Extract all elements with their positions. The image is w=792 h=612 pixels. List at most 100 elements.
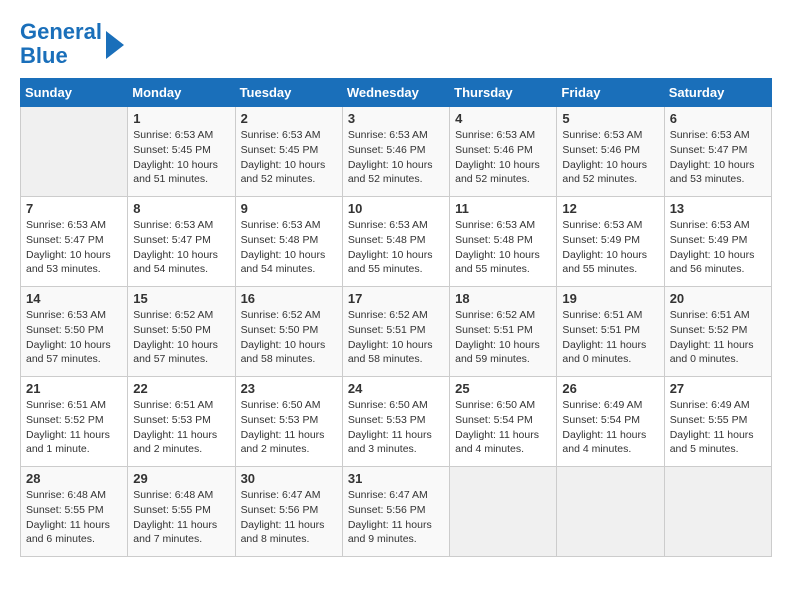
calendar-cell: 13 Sunrise: 6:53 AM Sunset: 5:49 PM Dayli…: [664, 197, 771, 287]
day-number: 26: [562, 381, 658, 396]
day-info: Sunrise: 6:53 AM Sunset: 5:47 PM Dayligh…: [26, 218, 122, 277]
calendar-cell: 27 Sunrise: 6:49 AM Sunset: 5:55 PM Dayli…: [664, 377, 771, 467]
day-info: Sunrise: 6:53 AM Sunset: 5:47 PM Dayligh…: [670, 128, 766, 187]
day-number: 22: [133, 381, 229, 396]
day-info: Sunrise: 6:53 AM Sunset: 5:49 PM Dayligh…: [670, 218, 766, 277]
day-number: 3: [348, 111, 444, 126]
calendar-cell: 29 Sunrise: 6:48 AM Sunset: 5:55 PM Dayli…: [128, 467, 235, 557]
calendar-cell: 16Sunrise: 6:52 AM Sunset: 5:50 PM Dayli…: [235, 287, 342, 377]
day-info: Sunrise: 6:53 AM Sunset: 5:47 PM Dayligh…: [133, 218, 229, 277]
column-header-sunday: Sunday: [21, 79, 128, 107]
day-number: 24: [348, 381, 444, 396]
day-number: 5: [562, 111, 658, 126]
day-info: Sunrise: 6:50 AM Sunset: 5:54 PM Dayligh…: [455, 398, 551, 457]
day-number: 18: [455, 291, 551, 306]
day-number: 12: [562, 201, 658, 216]
day-info: Sunrise: 6:53 AM Sunset: 5:45 PM Dayligh…: [241, 128, 337, 187]
day-info: Sunrise: 6:53 AM Sunset: 5:48 PM Dayligh…: [241, 218, 337, 277]
day-number: 11: [455, 201, 551, 216]
day-number: 30: [241, 471, 337, 486]
day-number: 25: [455, 381, 551, 396]
week-row-4: 21Sunrise: 6:51 AM Sunset: 5:52 PM Dayli…: [21, 377, 772, 467]
calendar-cell: 17 Sunrise: 6:52 AM Sunset: 5:51 PM Dayli…: [342, 287, 449, 377]
week-row-5: 28 Sunrise: 6:48 AM Sunset: 5:55 PM Dayli…: [21, 467, 772, 557]
day-info: Sunrise: 6:50 AM Sunset: 5:53 PM Dayligh…: [348, 398, 444, 457]
logo-text: General Blue: [20, 20, 102, 68]
calendar-cell: 26 Sunrise: 6:49 AM Sunset: 5:54 PM Dayli…: [557, 377, 664, 467]
day-info: Sunrise: 6:51 AM Sunset: 5:52 PM Dayligh…: [670, 308, 766, 367]
day-info: Sunrise: 6:52 AM Sunset: 5:50 PM Dayligh…: [133, 308, 229, 367]
calendar-cell: [557, 467, 664, 557]
day-number: 29: [133, 471, 229, 486]
day-info: Sunrise: 6:53 AM Sunset: 5:48 PM Dayligh…: [455, 218, 551, 277]
calendar-cell: 11 Sunrise: 6:53 AM Sunset: 5:48 PM Dayli…: [450, 197, 557, 287]
logo-arrow-icon: [106, 31, 124, 59]
calendar-cell: 15 Sunrise: 6:52 AM Sunset: 5:50 PM Dayli…: [128, 287, 235, 377]
day-number: 21: [26, 381, 122, 396]
calendar-cell: 9 Sunrise: 6:53 AM Sunset: 5:48 PM Daylig…: [235, 197, 342, 287]
day-info: Sunrise: 6:53 AM Sunset: 5:50 PM Dayligh…: [26, 308, 122, 367]
logo-blue: Blue: [20, 43, 68, 68]
calendar-cell: 8 Sunrise: 6:53 AM Sunset: 5:47 PM Daylig…: [128, 197, 235, 287]
day-info: Sunrise: 6:53 AM Sunset: 5:48 PM Dayligh…: [348, 218, 444, 277]
day-number: 4: [455, 111, 551, 126]
day-info: Sunrise: 6:47 AM Sunset: 5:56 PM Dayligh…: [348, 488, 444, 547]
day-info: Sunrise: 6:52 AM Sunset: 5:51 PM Dayligh…: [348, 308, 444, 367]
logo: General Blue: [20, 20, 124, 68]
calendar-cell: [21, 107, 128, 197]
day-info: Sunrise: 6:53 AM Sunset: 5:46 PM Dayligh…: [348, 128, 444, 187]
day-number: 15: [133, 291, 229, 306]
day-info: Sunrise: 6:53 AM Sunset: 5:49 PM Dayligh…: [562, 218, 658, 277]
day-number: 2: [241, 111, 337, 126]
day-number: 8: [133, 201, 229, 216]
calendar-cell: 19Sunrise: 6:51 AM Sunset: 5:51 PM Dayli…: [557, 287, 664, 377]
day-number: 7: [26, 201, 122, 216]
calendar-cell: 12 Sunrise: 6:53 AM Sunset: 5:49 PM Dayli…: [557, 197, 664, 287]
day-info: Sunrise: 6:52 AM Sunset: 5:50 PM Dayligh…: [241, 308, 337, 367]
calendar-cell: 24 Sunrise: 6:50 AM Sunset: 5:53 PM Dayli…: [342, 377, 449, 467]
day-info: Sunrise: 6:49 AM Sunset: 5:54 PM Dayligh…: [562, 398, 658, 457]
calendar-cell: 4Sunrise: 6:53 AM Sunset: 5:46 PM Daylig…: [450, 107, 557, 197]
day-info: Sunrise: 6:53 AM Sunset: 5:45 PM Dayligh…: [133, 128, 229, 187]
day-number: 14: [26, 291, 122, 306]
calendar-cell: 14 Sunrise: 6:53 AM Sunset: 5:50 PM Dayli…: [21, 287, 128, 377]
calendar-cell: 22 Sunrise: 6:51 AM Sunset: 5:53 PM Dayli…: [128, 377, 235, 467]
day-number: 27: [670, 381, 766, 396]
day-number: 9: [241, 201, 337, 216]
day-info: Sunrise: 6:50 AM Sunset: 5:53 PM Dayligh…: [241, 398, 337, 457]
calendar-cell: [664, 467, 771, 557]
calendar-cell: 25 Sunrise: 6:50 AM Sunset: 5:54 PM Dayli…: [450, 377, 557, 467]
day-info: Sunrise: 6:52 AM Sunset: 5:51 PM Dayligh…: [455, 308, 551, 367]
calendar-cell: 18 Sunrise: 6:52 AM Sunset: 5:51 PM Dayli…: [450, 287, 557, 377]
calendar-cell: 1 Sunrise: 6:53 AM Sunset: 5:45 PM Daylig…: [128, 107, 235, 197]
day-number: 31: [348, 471, 444, 486]
day-number: 10: [348, 201, 444, 216]
day-number: 1: [133, 111, 229, 126]
column-header-saturday: Saturday: [664, 79, 771, 107]
calendar-cell: 2 Sunrise: 6:53 AM Sunset: 5:45 PM Daylig…: [235, 107, 342, 197]
day-number: 20: [670, 291, 766, 306]
column-header-thursday: Thursday: [450, 79, 557, 107]
calendar-cell: 6 Sunrise: 6:53 AM Sunset: 5:47 PM Daylig…: [664, 107, 771, 197]
calendar-cell: 21Sunrise: 6:51 AM Sunset: 5:52 PM Dayli…: [21, 377, 128, 467]
column-header-friday: Friday: [557, 79, 664, 107]
day-info: Sunrise: 6:49 AM Sunset: 5:55 PM Dayligh…: [670, 398, 766, 457]
day-info: Sunrise: 6:48 AM Sunset: 5:55 PM Dayligh…: [133, 488, 229, 547]
calendar-cell: 31 Sunrise: 6:47 AM Sunset: 5:56 PM Dayli…: [342, 467, 449, 557]
column-header-monday: Monday: [128, 79, 235, 107]
day-info: Sunrise: 6:48 AM Sunset: 5:55 PM Dayligh…: [26, 488, 122, 547]
calendar-header-row: SundayMondayTuesdayWednesdayThursdayFrid…: [21, 79, 772, 107]
calendar-cell: 3 Sunrise: 6:53 AM Sunset: 5:46 PM Daylig…: [342, 107, 449, 197]
day-number: 13: [670, 201, 766, 216]
day-info: Sunrise: 6:51 AM Sunset: 5:51 PM Dayligh…: [562, 308, 658, 367]
week-row-3: 14 Sunrise: 6:53 AM Sunset: 5:50 PM Dayli…: [21, 287, 772, 377]
day-info: Sunrise: 6:51 AM Sunset: 5:53 PM Dayligh…: [133, 398, 229, 457]
page-header: General Blue: [20, 20, 772, 68]
calendar-cell: 7 Sunrise: 6:53 AM Sunset: 5:47 PM Daylig…: [21, 197, 128, 287]
day-number: 6: [670, 111, 766, 126]
day-number: 28: [26, 471, 122, 486]
calendar-cell: 5 Sunrise: 6:53 AM Sunset: 5:46 PM Daylig…: [557, 107, 664, 197]
day-info: Sunrise: 6:53 AM Sunset: 5:46 PM Dayligh…: [562, 128, 658, 187]
day-number: 17: [348, 291, 444, 306]
calendar-cell: [450, 467, 557, 557]
